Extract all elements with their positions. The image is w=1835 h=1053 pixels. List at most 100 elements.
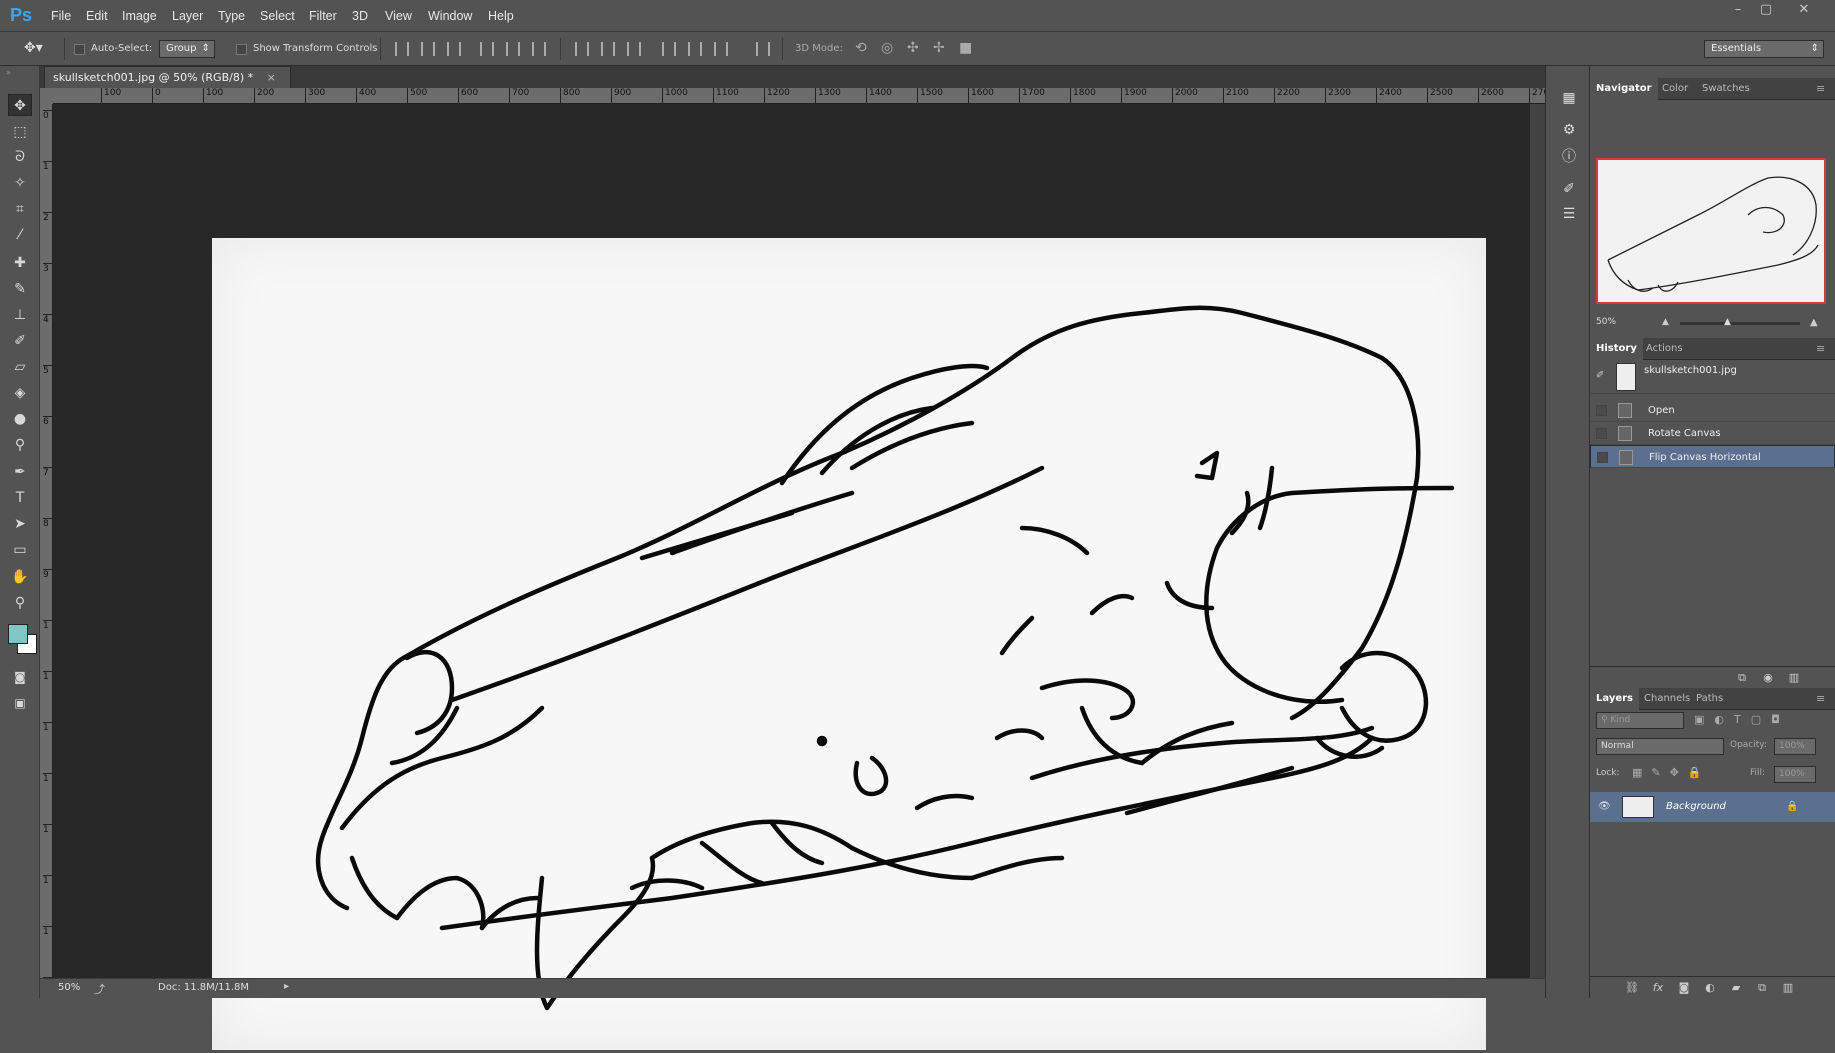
navigator-zoom-value[interactable]: 50% — [1596, 317, 1616, 327]
blend-mode-dropdown[interactable]: Normal — [1596, 738, 1724, 755]
vertical-scrollbar[interactable] — [1530, 104, 1545, 978]
adjustments-icon[interactable]: ☰ — [1558, 206, 1580, 226]
navigator-thumbnail[interactable] — [1596, 158, 1826, 304]
distribute-right-icon[interactable] — [714, 42, 728, 56]
tab-paths[interactable]: Paths — [1690, 688, 1729, 710]
quick-mask-icon[interactable]: ◙ — [8, 666, 32, 688]
zoom-in-icon[interactable]: ▲ — [1810, 317, 1818, 328]
3d-scale-icon[interactable]: ■ — [959, 40, 972, 56]
histogram-icon[interactable]: ▦ — [1558, 90, 1580, 110]
adjustment-layer-icon[interactable]: ◐ — [1702, 980, 1718, 996]
eraser-tool-icon[interactable]: ▱ — [8, 356, 32, 378]
panel-menu-icon[interactable]: ≡ — [1816, 692, 1825, 705]
history-step-checkbox[interactable] — [1596, 405, 1607, 416]
status-zoom[interactable]: 50% — [58, 982, 80, 993]
zoom-tool-icon[interactable]: ⚲ — [8, 592, 32, 614]
history-step[interactable]: Rotate Canvas — [1590, 422, 1835, 445]
magic-wand-tool-icon[interactable]: ✧ — [8, 172, 32, 194]
new-document-from-state-icon[interactable]: ⧉ — [1734, 670, 1750, 686]
marquee-tool-icon[interactable]: ⬚ — [8, 121, 32, 143]
menu-3d[interactable]: 3D — [352, 9, 368, 23]
align-left-icon[interactable] — [480, 42, 494, 56]
panel-menu-icon[interactable]: ≡ — [1816, 342, 1825, 355]
visibility-eye-icon[interactable]: 👁 — [1598, 792, 1611, 822]
add-mask-icon[interactable]: ◙ — [1676, 980, 1692, 996]
history-step[interactable]: Open — [1590, 399, 1835, 422]
menu-help[interactable]: Help — [488, 9, 514, 23]
new-group-folder-icon[interactable]: ▰ — [1728, 980, 1744, 996]
crop-tool-icon[interactable]: ⌗ — [8, 198, 32, 220]
info-icon[interactable]: ⓘ — [1558, 146, 1580, 166]
menu-window[interactable]: Window — [428, 9, 472, 23]
tab-actions[interactable]: Actions — [1640, 338, 1689, 360]
status-menu-arrow-icon[interactable]: ▸ — [284, 981, 289, 992]
panel-menu-icon[interactable]: ≡ — [1816, 82, 1825, 95]
history-step-checkbox[interactable] — [1597, 452, 1608, 463]
menu-view[interactable]: View — [385, 9, 412, 23]
history-brush-source-icon[interactable]: ✐ — [1596, 364, 1604, 387]
align-bottom-icon[interactable] — [447, 42, 461, 56]
type-tool-icon[interactable]: T — [8, 487, 32, 509]
menu-select[interactable]: Select — [260, 9, 295, 23]
ruler-horizontal[interactable]: 100 0 100 200 300 400 500 600 700 800 900 1000 1100 1… — [53, 88, 1545, 104]
clone-stamp-tool-icon[interactable]: ⊥ — [8, 304, 32, 326]
menu-image[interactable]: Image — [122, 9, 157, 23]
distribute-vcenter-icon[interactable] — [601, 42, 615, 56]
snapshot-camera-icon[interactable]: ◉ — [1760, 670, 1776, 686]
3d-rotate-icon[interactable]: ⟲ — [855, 40, 867, 56]
layer-row[interactable]: 👁 Background 🔒 — [1590, 792, 1835, 822]
maximize-icon[interactable]: ▢ — [1755, 2, 1777, 18]
eyedropper-tool-icon[interactable]: ⁄ — [8, 224, 32, 246]
ruler-origin[interactable] — [40, 88, 53, 104]
hand-tool-icon[interactable]: ✋ — [8, 566, 32, 588]
workspace-dropdown[interactable]: Essentials ⇕ — [1704, 40, 1824, 58]
brush-tool-icon[interactable]: ✎ — [8, 278, 32, 300]
dodge-tool-icon[interactable]: ⚲ — [8, 434, 32, 456]
menu-layer[interactable]: Layer — [172, 9, 203, 23]
link-layers-icon[interactable]: ⛓ — [1624, 980, 1640, 996]
distribute-left-icon[interactable] — [662, 42, 676, 56]
distribute-bottom-icon[interactable] — [627, 42, 641, 56]
align-right-icon[interactable] — [532, 42, 546, 56]
healing-brush-tool-icon[interactable]: ✚ — [8, 252, 32, 274]
navigator-zoom-slider[interactable] — [1680, 322, 1800, 325]
auto-align-icon[interactable] — [756, 42, 770, 56]
foreground-color-swatch[interactable] — [8, 624, 28, 644]
history-step-checkbox[interactable] — [1596, 428, 1607, 439]
slider-thumb-icon[interactable]: ▲ — [1724, 317, 1731, 327]
new-layer-icon[interactable]: ⧉ — [1754, 980, 1770, 996]
properties-icon[interactable]: ⚙ — [1558, 122, 1580, 142]
menu-file[interactable]: File — [51, 9, 71, 23]
zoom-out-icon[interactable]: ▲ — [1662, 317, 1669, 327]
lasso-tool-icon[interactable]: ᘐ — [8, 146, 32, 168]
show-transform-checkbox[interactable] — [236, 44, 247, 55]
fx-icon[interactable]: fx — [1650, 980, 1666, 996]
history-snapshot[interactable]: ✐ skullsketch001.jpg — [1590, 360, 1835, 394]
lock-options-icons[interactable]: ▦✎✥🔒 — [1632, 766, 1711, 779]
blur-tool-icon[interactable]: ● — [8, 408, 32, 430]
menu-type[interactable]: Type — [218, 9, 245, 23]
paint-bucket-tool-icon[interactable]: ◈ — [8, 382, 32, 404]
brush-presets-icon[interactable]: ✐ — [1558, 181, 1580, 201]
tab-history[interactable]: History — [1590, 338, 1643, 360]
align-top-icon[interactable] — [395, 42, 409, 56]
opacity-field[interactable]: 100% — [1774, 738, 1816, 755]
close-window-icon[interactable]: ✕ — [1793, 2, 1815, 18]
layer-name[interactable]: Background — [1666, 792, 1726, 822]
pen-tool-icon[interactable]: ✒ — [8, 461, 32, 483]
minimize-icon[interactable]: – — [1727, 2, 1749, 18]
canvas-area[interactable] — [53, 104, 1545, 1050]
auto-select-dropdown[interactable]: Group ⇕ — [159, 40, 215, 58]
move-tool-icon[interactable]: ✥ — [8, 94, 32, 116]
path-selection-tool-icon[interactable]: ➤ — [8, 513, 32, 535]
auto-select-checkbox[interactable] — [74, 44, 85, 55]
align-hcenter-icon[interactable] — [506, 42, 520, 56]
history-step-current[interactable]: Flip Canvas Horizontal — [1590, 445, 1835, 468]
document-canvas[interactable] — [212, 238, 1486, 1050]
3d-roll-icon[interactable]: ◎ — [881, 40, 893, 56]
menu-edit[interactable]: Edit — [86, 9, 108, 23]
tab-layers[interactable]: Layers — [1590, 688, 1639, 710]
tab-channels[interactable]: Channels — [1638, 688, 1696, 710]
tab-swatches[interactable]: Swatches — [1696, 78, 1756, 100]
3d-pan-icon[interactable]: ✣ — [907, 40, 919, 56]
